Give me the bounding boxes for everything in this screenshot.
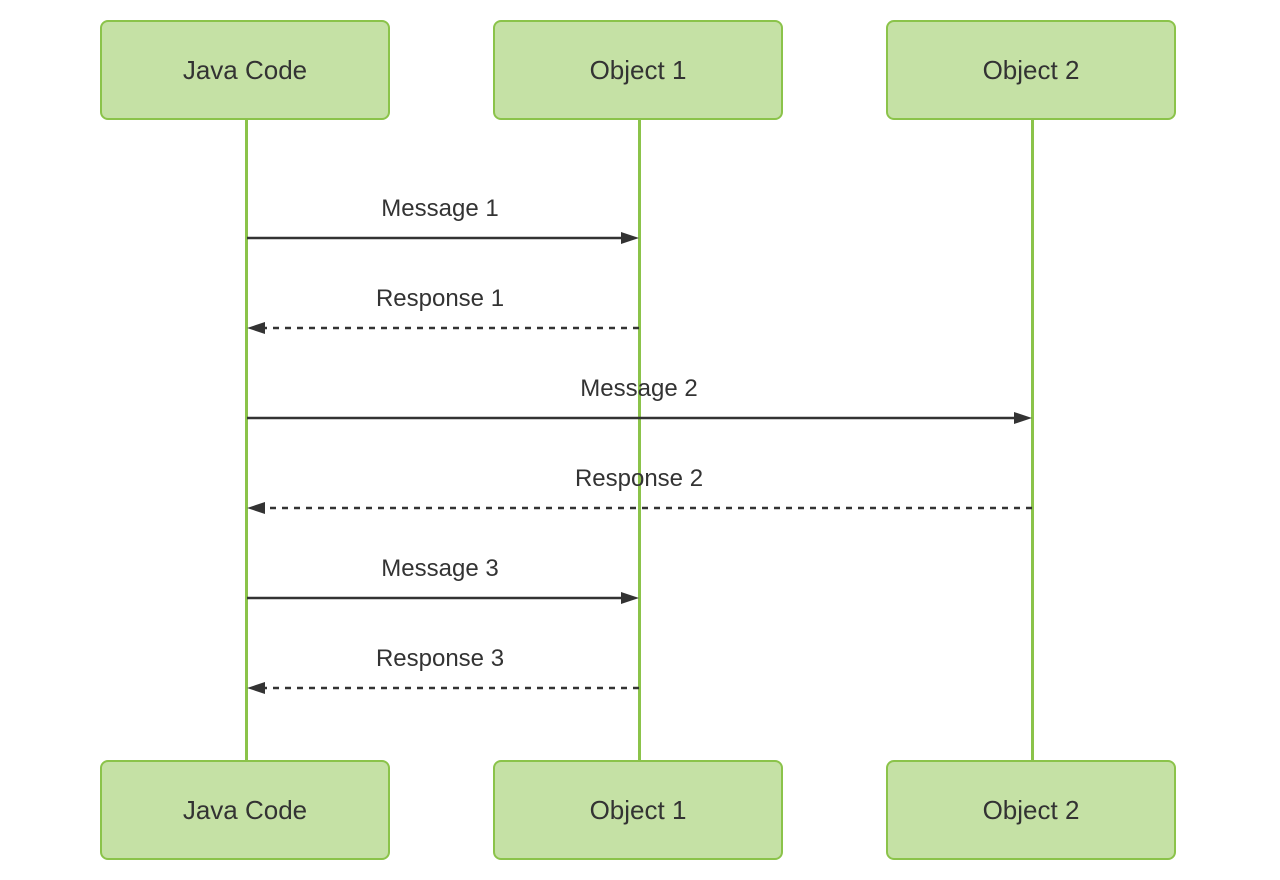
response-3-arrow xyxy=(247,680,639,700)
participant-object-2-top: Object 2 xyxy=(886,20,1176,120)
participant-java-code-top: Java Code xyxy=(100,20,390,120)
response-2-label: Response 2 xyxy=(575,465,703,493)
participant-label: Object 2 xyxy=(983,55,1080,86)
response-1-label: Response 1 xyxy=(376,285,504,313)
participant-java-code-bottom: Java Code xyxy=(100,760,390,860)
participant-label: Object 1 xyxy=(590,795,687,826)
participant-label: Java Code xyxy=(183,795,307,826)
participant-object-1-bottom: Object 1 xyxy=(493,760,783,860)
message-3-arrow xyxy=(247,590,639,610)
message-1-label: Message 1 xyxy=(381,195,498,223)
participant-object-1-top: Object 1 xyxy=(493,20,783,120)
message-2-label: Message 2 xyxy=(580,375,697,403)
lifeline-object-2 xyxy=(1031,120,1034,760)
participant-label: Object 1 xyxy=(590,55,687,86)
response-3-label: Response 3 xyxy=(376,645,504,673)
message-3-label: Message 3 xyxy=(381,555,498,583)
participant-label: Object 2 xyxy=(983,795,1080,826)
lifeline-object-1 xyxy=(638,120,641,760)
response-1-arrow xyxy=(247,320,639,340)
message-1-arrow xyxy=(247,230,639,250)
participant-label: Java Code xyxy=(183,55,307,86)
participant-object-2-bottom: Object 2 xyxy=(886,760,1176,860)
lifeline-java-code xyxy=(245,120,248,760)
